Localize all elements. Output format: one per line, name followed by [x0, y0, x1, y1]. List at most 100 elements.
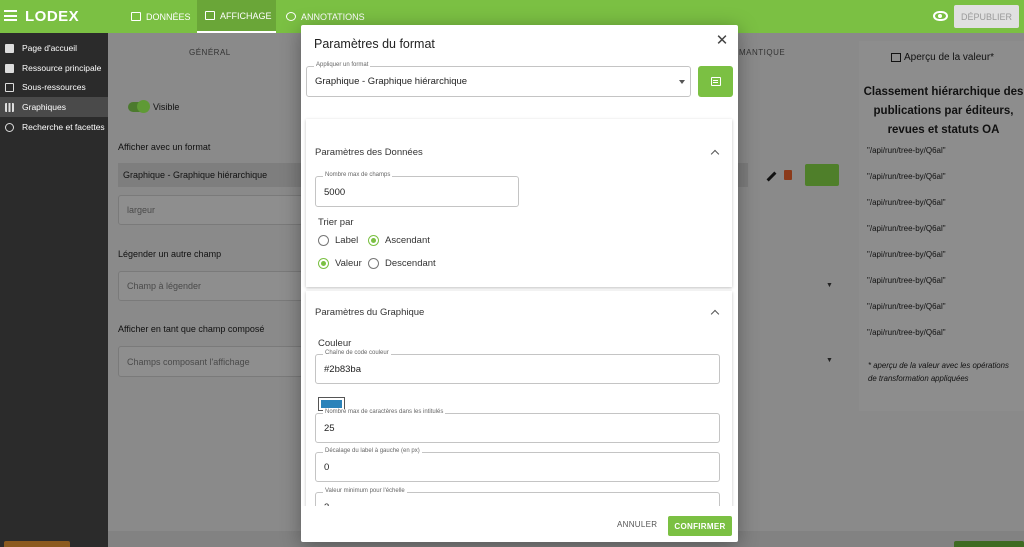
color-code-label: Chaîne de code couleur: [323, 350, 391, 356]
sort-by-value-radio[interactable]: [318, 258, 329, 269]
preview-heading: Aperçu de la valeur*: [891, 52, 994, 63]
sort-descending-radio[interactable]: [368, 258, 379, 269]
max-chars-input[interactable]: Nombre max de caractères dans les intitu…: [315, 409, 720, 443]
sort-by-value-text: Valeur: [335, 258, 362, 269]
confirm-button[interactable]: CONFIRMER: [668, 516, 732, 536]
sidebar-item-label: Graphiques: [22, 102, 66, 112]
sidebar-item-search[interactable]: Recherche et facettes: [0, 117, 108, 137]
preview-value: "/api/run/tree-by/Q6al": [867, 276, 946, 285]
menu-icon[interactable]: [4, 10, 17, 21]
caption-field-select[interactable]: Champ à légender: [118, 271, 303, 301]
format-info-button[interactable]: [698, 66, 733, 97]
format-settings-dialog: Paramètres du format ✕ Appliquer un form…: [301, 25, 738, 542]
max-chars-label: Nombre max de caractères dans les intitu…: [323, 409, 446, 415]
document-icon: [5, 63, 14, 73]
preview-note: * aperçu de la valeur avec les opération…: [868, 361, 1009, 383]
composed-heading: Afficher en tant que champ composé: [118, 324, 265, 334]
bar-chart-icon: [5, 102, 14, 112]
tab-donnees[interactable]: DONNÉES: [131, 0, 191, 33]
caption-heading: Légender un autre champ: [118, 249, 222, 259]
format-select-label: Appliquer un format: [314, 62, 371, 68]
sidebar-item-main-resource[interactable]: Ressource principale: [0, 58, 108, 78]
subresource-icon: [5, 82, 14, 92]
list-icon: [131, 12, 141, 21]
tab-semantic[interactable]: MANTIQUE: [739, 48, 785, 57]
format-settings-button[interactable]: [805, 164, 839, 186]
preview-value: "/api/run/tree-by/Q6al": [867, 224, 946, 233]
sidebar-item-home[interactable]: Page d'accueil: [0, 38, 108, 58]
data-settings-section: Paramètres des Données Nombre max de cha…: [306, 119, 732, 287]
tab-label: DONNÉES: [146, 11, 191, 22]
format-heading: Afficher avec un format: [118, 142, 211, 152]
sort-ascending-radio[interactable]: [368, 235, 379, 246]
format-select-value: Graphique - Graphique hiérarchique: [315, 76, 468, 87]
comment-icon: [286, 12, 296, 21]
color-swatch-fill: [321, 400, 342, 408]
preview-value: "/api/run/tree-by/Q6al": [867, 198, 946, 207]
sidebar-item-label: Ressource principale: [22, 63, 102, 73]
data-section-title[interactable]: Paramètres des Données: [315, 147, 423, 158]
value-preview-panel: Aperçu de la valeur* Classement hiérarch…: [859, 41, 1024, 411]
preview-value: "/api/run/tree-by/Q6al": [867, 250, 946, 259]
sidebar-item-label: Recherche et facettes: [22, 122, 105, 132]
app-logo: LODEX: [25, 8, 80, 25]
max-fields-value: 5000: [324, 187, 346, 198]
tab-label: AFFICHAGE: [220, 10, 272, 21]
bottom-right-button[interactable]: [954, 541, 1024, 547]
color-code-value: #2b83ba: [324, 364, 361, 375]
max-fields-input[interactable]: Nombre max de champs 5000: [315, 172, 519, 207]
dialog-title: Paramètres du format: [314, 37, 435, 51]
tab-general[interactable]: GÉNÉRAL: [189, 48, 231, 57]
sort-ascending-text: Ascendant: [385, 235, 430, 246]
dialog-body: Appliquer un format Graphique - Graphiqu…: [301, 58, 738, 506]
chevron-up-icon[interactable]: [710, 309, 720, 319]
preview-title: Classement hiérarchique des publications…: [863, 86, 1024, 136]
cancel-button[interactable]: ANNULER: [617, 520, 657, 529]
visible-label: Visible: [153, 102, 180, 112]
color-code-input[interactable]: Chaîne de code couleur #2b83ba: [315, 350, 720, 384]
preview-value: "/api/run/tree-by/Q6al": [867, 146, 946, 155]
preview-value: "/api/run/tree-by/Q6al": [867, 302, 946, 311]
home-icon: [5, 43, 14, 53]
close-icon[interactable]: ✕: [715, 33, 729, 48]
max-fields-label: Nombre max de champs: [323, 172, 393, 178]
label-offset-label: Décalage du label à gauche (en px): [323, 448, 422, 454]
width-placeholder: largeur: [127, 205, 156, 215]
width-input[interactable]: largeur: [118, 195, 303, 225]
sidebar-item-label: Sous-ressources: [22, 82, 86, 92]
caption-placeholder: Champ à légender: [127, 281, 202, 291]
sidebar-item-label: Page d'accueil: [22, 43, 78, 53]
sidebar-item-subresources[interactable]: Sous-ressources: [0, 77, 108, 97]
bottom-left-button[interactable]: [4, 541, 70, 547]
chart-section-title[interactable]: Paramètres du Graphique: [315, 307, 424, 318]
preview-heading-text: Aperçu de la valeur*: [904, 52, 995, 63]
composed-field-select[interactable]: Champs composant l'affichage: [118, 346, 303, 377]
tab-label: ANNOTATIONS: [301, 11, 365, 22]
tab-affichage[interactable]: AFFICHAGE: [197, 0, 276, 33]
composed-placeholder: Champs composant l'affichage: [127, 356, 250, 367]
sidebar-item-charts[interactable]: Graphiques: [0, 97, 108, 117]
sort-by-label-radio[interactable]: [318, 235, 329, 246]
visible-toggle[interactable]: [128, 100, 150, 113]
dialog-footer: ANNULER CONFIRMER: [301, 509, 738, 542]
search-icon: [5, 122, 14, 132]
color-label: Couleur: [318, 338, 352, 349]
label-offset-input[interactable]: Décalage du label à gauche (en px) 0: [315, 448, 720, 482]
min-scale-input[interactable]: Valeur minimum pour l'échelle 3: [315, 488, 720, 506]
min-scale-value: 3: [324, 502, 329, 506]
max-chars-value: 25: [324, 423, 335, 434]
format-select[interactable]: Appliquer un format Graphique - Graphiqu…: [306, 62, 691, 97]
delete-icon[interactable]: [784, 170, 792, 180]
sort-descending-text: Descendant: [385, 258, 436, 269]
chevron-up-icon[interactable]: [710, 149, 720, 159]
min-scale-label: Valeur minimum pour l'échelle: [323, 488, 407, 494]
unpublish-button[interactable]: DÉPUBLIER: [954, 5, 1019, 28]
preview-value: "/api/run/tree-by/Q6al": [867, 172, 946, 181]
chevron-down-icon: ▼: [826, 282, 833, 289]
chevron-down-icon: ▼: [826, 357, 833, 364]
list-icon: [710, 77, 721, 86]
preview-value: "/api/run/tree-by/Q6al": [867, 328, 946, 337]
eye-icon[interactable]: [933, 11, 948, 21]
sort-by-label-text: Label: [335, 235, 359, 246]
edit-icon[interactable]: [766, 171, 777, 182]
